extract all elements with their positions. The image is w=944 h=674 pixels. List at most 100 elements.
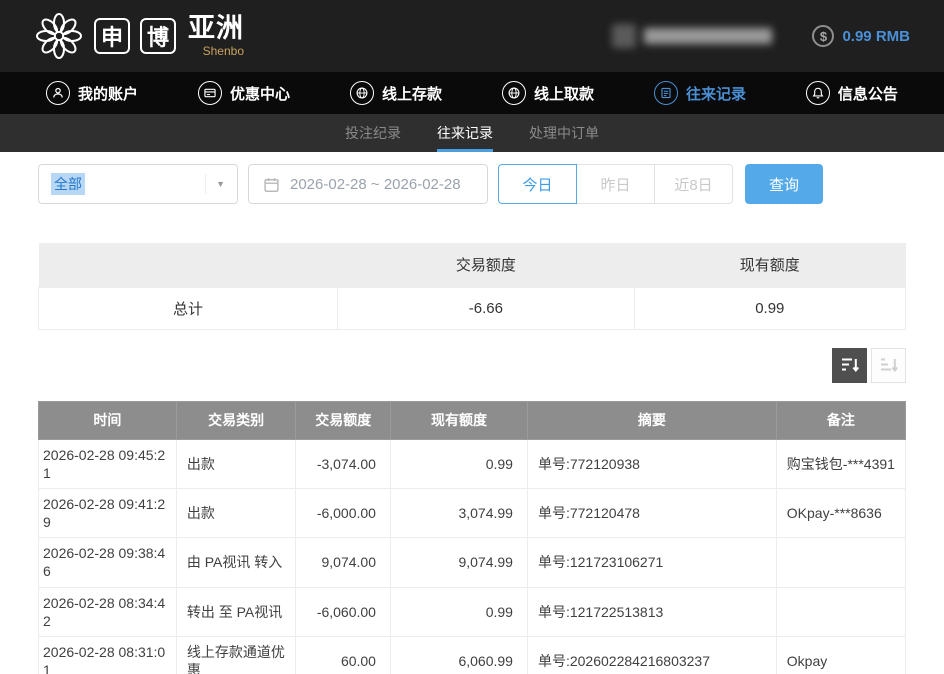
sort-controls — [38, 348, 906, 383]
table-cell: 2026-02-28 08:34:42 — [39, 587, 177, 636]
nav-transaction-records[interactable]: 往来记录 — [654, 81, 746, 105]
summary-header-current-balance: 现有额度 — [634, 243, 905, 287]
summary-total-label: 总计 — [39, 287, 338, 329]
col-header-trade-amount: 交易额度 — [296, 401, 391, 439]
quick-range-group: 今日 昨日 近8日 — [498, 164, 733, 204]
table-cell: 2026-02-28 08:31:01 — [39, 637, 177, 674]
dollar-icon: $ — [812, 25, 834, 47]
tab-pending-orders[interactable]: 处理中订单 — [529, 114, 599, 152]
table-cell: 单号:772120478 — [527, 488, 776, 537]
date-range-input[interactable]: 2026-02-28 ~ 2026-02-28 — [248, 164, 488, 204]
type-select-value: 全部 — [51, 173, 85, 195]
nav-label: 信息公告 — [838, 83, 898, 104]
today-button[interactable]: 今日 — [498, 164, 577, 204]
username-redacted — [644, 28, 772, 44]
chevron-down-icon: ▼ — [205, 174, 225, 194]
table-cell: 单号:121723106271 — [527, 538, 776, 587]
nav-online-deposit[interactable]: 线上存款 — [350, 81, 442, 105]
logo: 申 博 亚洲 Shenbo — [34, 11, 244, 61]
summary-total-trade: -6.66 — [338, 287, 635, 329]
deposit-globe-icon — [350, 81, 374, 105]
search-button[interactable]: 查询 — [745, 164, 823, 204]
table-cell: 出款 — [176, 488, 296, 537]
summary-total-row: 总计 -6.66 0.99 — [39, 287, 906, 329]
nav-label: 线上存款 — [382, 83, 442, 104]
table-cell: 单号:202602284216803237 — [527, 637, 776, 674]
summary-total-balance: 0.99 — [634, 287, 905, 329]
table-header-row: 时间 交易类别 交易额度 现有额度 摘要 备注 — [39, 401, 906, 439]
table-row: 2026-02-28 08:31:01线上存款通道优惠60.006,060.99… — [39, 637, 906, 674]
table-cell: 6,060.99 — [390, 637, 527, 674]
table-cell: 2026-02-28 09:45:21 — [39, 439, 177, 488]
table-cell: 转出 至 PA视讯 — [176, 587, 296, 636]
table-cell — [776, 587, 905, 636]
table-row: 2026-02-28 09:38:46由 PA视讯 转入9,074.009,07… — [39, 538, 906, 587]
nav-online-withdraw[interactable]: 线上取款 — [502, 81, 594, 105]
table-row: 2026-02-28 08:34:42转出 至 PA视讯-6,060.000.9… — [39, 587, 906, 636]
transactions-tbody: 2026-02-28 09:45:21出款-3,074.000.99单号:772… — [39, 439, 906, 674]
col-header-type: 交易类别 — [176, 401, 296, 439]
table-cell: 由 PA视讯 转入 — [176, 538, 296, 587]
table-cell: -6,060.00 — [296, 587, 391, 636]
table-cell: 线上存款通道优惠 — [176, 637, 296, 674]
sort-ascending-icon — [879, 355, 899, 375]
logo-char-shen: 申 — [94, 18, 130, 54]
yesterday-button[interactable]: 昨日 — [576, 164, 655, 204]
col-header-remark: 备注 — [776, 401, 905, 439]
date-range-value: 2026-02-28 ~ 2026-02-28 — [290, 176, 461, 193]
table-cell: -3,074.00 — [296, 439, 391, 488]
table-cell: 9,074.00 — [296, 538, 391, 587]
top-header: 申 博 亚洲 Shenbo $ 0.99 RMB — [0, 0, 944, 72]
tab-bet-records[interactable]: 投注纪录 — [345, 114, 401, 152]
filter-bar: 全部 ▼ 2026-02-28 ~ 2026-02-28 今日 昨日 近8日 查… — [0, 152, 944, 204]
table-cell: -6,000.00 — [296, 488, 391, 537]
summary-header-trade-amount: 交易额度 — [338, 243, 635, 287]
flower-logo-icon — [34, 11, 84, 61]
logo-subtitle: Shenbo — [203, 44, 244, 58]
last-8-days-button[interactable]: 近8日 — [654, 164, 733, 204]
table-cell: OKpay-***8636 — [776, 488, 905, 537]
logo-char-bo: 博 — [140, 18, 176, 54]
promo-card-icon — [198, 81, 222, 105]
col-header-time: 时间 — [39, 401, 177, 439]
nav-my-account[interactable]: 我的账户 — [46, 81, 138, 105]
balance-amount: 0.99 RMB — [842, 28, 910, 45]
nav-announcements[interactable]: 信息公告 — [806, 81, 898, 105]
type-select[interactable]: 全部 ▼ — [38, 164, 238, 204]
table-cell: 60.00 — [296, 637, 391, 674]
table-cell: 出款 — [176, 439, 296, 488]
bell-icon — [806, 81, 830, 105]
table-cell: 单号:772120938 — [527, 439, 776, 488]
nav-label: 我的账户 — [78, 83, 138, 104]
withdraw-globe-icon — [502, 81, 526, 105]
table-cell: 购宝钱包-***4391 — [776, 439, 905, 488]
table-cell: 9,074.99 — [390, 538, 527, 587]
table-cell: 0.99 — [390, 439, 527, 488]
nav-label: 线上取款 — [534, 83, 594, 104]
table-row: 2026-02-28 09:41:29出款-6,000.003,074.99单号… — [39, 488, 906, 537]
tab-transaction-records[interactable]: 往来记录 — [437, 114, 493, 152]
sort-ascending-button[interactable] — [871, 348, 906, 383]
nav-label: 往来记录 — [686, 83, 746, 104]
calendar-icon — [263, 176, 280, 193]
user-icon — [46, 81, 70, 105]
sort-descending-button[interactable] — [832, 348, 867, 383]
transaction-record-icon — [654, 81, 678, 105]
col-header-summary: 摘要 — [527, 401, 776, 439]
nav-label: 优惠中心 — [230, 83, 290, 104]
table-cell: 2026-02-28 09:38:46 — [39, 538, 177, 587]
balance: $ 0.99 RMB — [812, 25, 910, 47]
user-identity-redacted — [612, 24, 772, 48]
table-cell — [776, 538, 905, 587]
table-row: 2026-02-28 09:45:21出款-3,074.000.99单号:772… — [39, 439, 906, 488]
nav-promo-center[interactable]: 优惠中心 — [198, 81, 290, 105]
table-cell: Okpay — [776, 637, 905, 674]
avatar — [612, 24, 636, 48]
table-cell: 2026-02-28 09:41:29 — [39, 488, 177, 537]
table-cell: 3,074.99 — [390, 488, 527, 537]
summary-header-row: 交易额度 现有额度 — [39, 243, 906, 287]
table-cell: 单号:121722513813 — [527, 587, 776, 636]
logo-region: 亚洲 — [188, 15, 244, 42]
summary-table: 交易额度 现有额度 总计 -6.66 0.99 — [38, 243, 906, 330]
record-subtabs: 投注纪录 往来记录 处理中订单 — [0, 114, 944, 152]
